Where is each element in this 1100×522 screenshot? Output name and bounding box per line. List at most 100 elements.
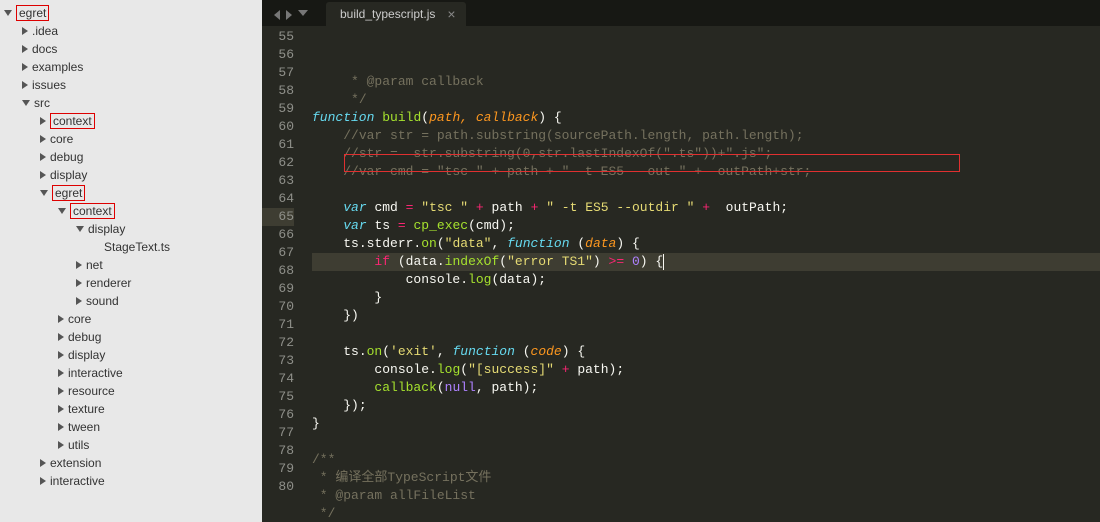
tree-label: StageText.ts bbox=[104, 240, 170, 254]
tree-item-tween[interactable]: tween bbox=[0, 418, 262, 436]
code-line[interactable]: */ bbox=[312, 505, 1100, 522]
tree-label: resource bbox=[68, 384, 115, 398]
code-line[interactable]: * @param callback bbox=[312, 73, 1100, 91]
tree-item-idea[interactable]: .idea bbox=[0, 22, 262, 40]
chevron-right-icon bbox=[22, 45, 28, 53]
tree-label: debug bbox=[68, 330, 101, 344]
file-tree-sidebar[interactable]: egret.ideadocsexamplesissuessrccontextco… bbox=[0, 0, 262, 522]
line-number: 58 bbox=[262, 82, 294, 100]
line-number: 71 bbox=[262, 316, 294, 334]
chevron-right-icon bbox=[58, 333, 64, 341]
tree-item-examples[interactable]: examples bbox=[0, 58, 262, 76]
chevron-down-icon bbox=[58, 208, 66, 214]
code-line[interactable] bbox=[312, 325, 1100, 343]
line-number: 78 bbox=[262, 442, 294, 460]
code-line[interactable] bbox=[312, 181, 1100, 199]
tree-item-core[interactable]: core bbox=[0, 310, 262, 328]
code-line[interactable]: var ts = cp_exec(cmd); bbox=[312, 217, 1100, 235]
code-line[interactable]: console.log("[success]" + path); bbox=[312, 361, 1100, 379]
tree-item-debug[interactable]: debug bbox=[0, 148, 262, 166]
tree-label: texture bbox=[68, 402, 105, 416]
tab-prev-icon[interactable] bbox=[274, 10, 280, 20]
code-line[interactable]: }); bbox=[312, 397, 1100, 415]
tree-item-StageTextts[interactable]: StageText.ts bbox=[0, 238, 262, 256]
tab-nav-controls bbox=[274, 10, 308, 26]
line-number: 67 bbox=[262, 244, 294, 262]
code-line[interactable]: */ bbox=[312, 91, 1100, 109]
tab-active[interactable]: build_typescript.js × bbox=[326, 2, 466, 26]
code-line[interactable]: function build(path, callback) { bbox=[312, 109, 1100, 127]
tree-item-resource[interactable]: resource bbox=[0, 382, 262, 400]
tab-list-icon[interactable] bbox=[298, 10, 308, 16]
tree-item-debug[interactable]: debug bbox=[0, 328, 262, 346]
tree-label: debug bbox=[50, 150, 83, 164]
chevron-right-icon bbox=[22, 27, 28, 35]
tree-item-issues[interactable]: issues bbox=[0, 76, 262, 94]
tree-item-texture[interactable]: texture bbox=[0, 400, 262, 418]
line-number: 60 bbox=[262, 118, 294, 136]
editor-main: build_typescript.js × 555657585960616263… bbox=[262, 0, 1100, 522]
line-gutter: 5556575859606162636465666768697071727374… bbox=[262, 26, 312, 522]
tree-label: context bbox=[70, 203, 115, 219]
tree-item-src[interactable]: src bbox=[0, 94, 262, 112]
code-area[interactable]: * @param callback */function build(path,… bbox=[312, 26, 1100, 522]
tree-label: sound bbox=[86, 294, 119, 308]
line-number: 62 bbox=[262, 154, 294, 172]
chevron-right-icon bbox=[58, 441, 64, 449]
tree-item-context[interactable]: context bbox=[0, 112, 262, 130]
chevron-right-icon bbox=[76, 297, 82, 305]
tab-next-icon[interactable] bbox=[286, 10, 292, 20]
code-line[interactable]: } bbox=[312, 289, 1100, 307]
tree-label: egret bbox=[16, 5, 49, 21]
tree-label: interactive bbox=[50, 474, 105, 488]
chevron-right-icon bbox=[58, 405, 64, 413]
code-line[interactable]: callback(null, path); bbox=[312, 379, 1100, 397]
code-line[interactable]: * @param allFileList bbox=[312, 487, 1100, 505]
code-line[interactable]: //var cmd = "tsc " + path + " -t ES5 --o… bbox=[312, 163, 1100, 181]
chevron-right-icon bbox=[40, 171, 46, 179]
code-line[interactable]: }) bbox=[312, 307, 1100, 325]
tree-label: examples bbox=[32, 60, 83, 74]
tree-item-display[interactable]: display bbox=[0, 220, 262, 238]
tree-item-interactive[interactable]: interactive bbox=[0, 472, 262, 490]
chevron-right-icon bbox=[76, 261, 82, 269]
tree-item-extension[interactable]: extension bbox=[0, 454, 262, 472]
tree-item-net[interactable]: net bbox=[0, 256, 262, 274]
code-line[interactable]: ts.on('exit', function (code) { bbox=[312, 343, 1100, 361]
code-line[interactable]: /** bbox=[312, 451, 1100, 469]
code-line[interactable]: * 编译全部TypeScript文件 bbox=[312, 469, 1100, 487]
tree-item-context[interactable]: context bbox=[0, 202, 262, 220]
tree-item-display[interactable]: display bbox=[0, 166, 262, 184]
code-line[interactable]: } bbox=[312, 415, 1100, 433]
line-number: 65 bbox=[262, 208, 294, 226]
tree-item-display[interactable]: display bbox=[0, 346, 262, 364]
chevron-right-icon bbox=[76, 279, 82, 287]
tree-label: interactive bbox=[68, 366, 123, 380]
tree-item-core[interactable]: core bbox=[0, 130, 262, 148]
code-line[interactable]: var cmd = "tsc " + path + " -t ES5 --out… bbox=[312, 199, 1100, 217]
line-number: 69 bbox=[262, 280, 294, 298]
chevron-right-icon bbox=[58, 315, 64, 323]
code-line[interactable] bbox=[312, 433, 1100, 451]
tree-item-interactive[interactable]: interactive bbox=[0, 364, 262, 382]
code-line[interactable]: //var str = path.substring(sourcePath.le… bbox=[312, 127, 1100, 145]
tree-label: net bbox=[86, 258, 103, 272]
tree-item-utils[interactable]: utils bbox=[0, 436, 262, 454]
tree-root[interactable]: egret bbox=[0, 4, 262, 22]
tree-item-docs[interactable]: docs bbox=[0, 40, 262, 58]
tree-label: display bbox=[50, 168, 87, 182]
tree-item-renderer[interactable]: renderer bbox=[0, 274, 262, 292]
code-line[interactable]: console.log(data); bbox=[312, 271, 1100, 289]
code-line[interactable]: ts.stderr.on("data", function (data) { bbox=[312, 235, 1100, 253]
tree-label: renderer bbox=[86, 276, 131, 290]
tree-item-sound[interactable]: sound bbox=[0, 292, 262, 310]
tree-label: core bbox=[68, 312, 91, 326]
chevron-right-icon bbox=[40, 459, 46, 467]
code-line[interactable]: //str = str.substring(0,str.lastIndexOf(… bbox=[312, 145, 1100, 163]
line-number: 61 bbox=[262, 136, 294, 154]
code-line[interactable]: if (data.indexOf("error TS1") >= 0) { bbox=[312, 253, 1100, 271]
code-editor[interactable]: 5556575859606162636465666768697071727374… bbox=[262, 26, 1100, 522]
tree-item-egret[interactable]: egret bbox=[0, 184, 262, 202]
close-icon[interactable]: × bbox=[447, 9, 455, 19]
tree-label: context bbox=[50, 113, 95, 129]
